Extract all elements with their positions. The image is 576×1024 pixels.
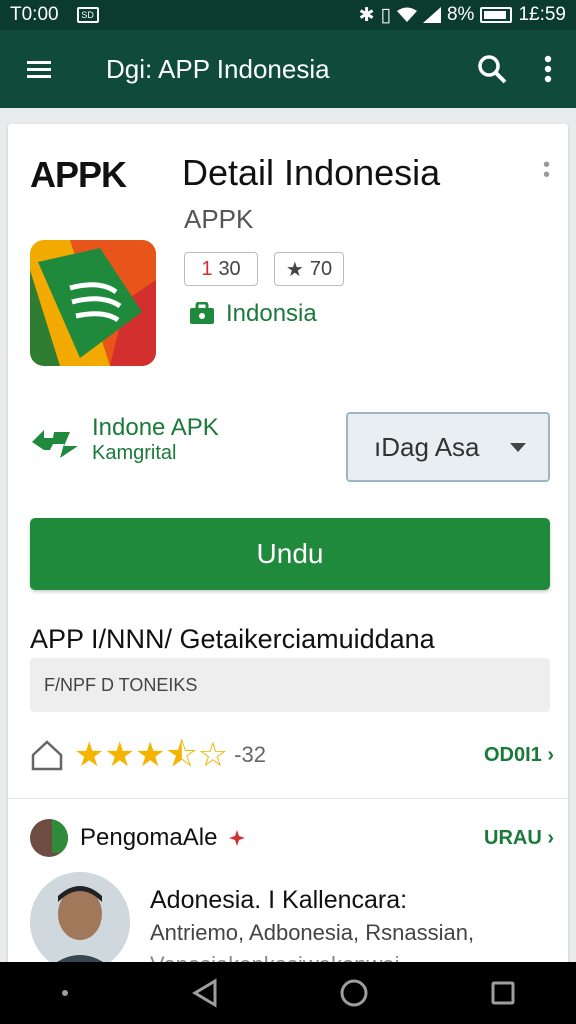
overflow-menu-button[interactable] xyxy=(520,30,576,108)
status-bar: T0:00 SD ✱ ▯ 8% 1£:59 xyxy=(0,0,576,30)
app-developer[interactable]: APPK xyxy=(184,204,253,235)
description-heading: APP I/NNN/ Getaikerciamuiddana xyxy=(30,624,435,654)
signal-icon xyxy=(422,7,441,23)
android-bag-icon xyxy=(190,302,214,324)
reviews-more-link[interactable]: URAU › xyxy=(484,827,554,850)
developer-text: Indone APK Kamgrital xyxy=(92,414,219,465)
person-photo-icon xyxy=(30,872,130,964)
rating-chip: ★ 70 xyxy=(274,252,344,286)
divider xyxy=(8,798,568,799)
app-icon[interactable] xyxy=(30,240,156,366)
review-text: Antriemo, Adbonesia, Rsnassian, xyxy=(150,920,475,945)
description-box[interactable]: F/NPF D TONEIKS xyxy=(30,658,550,712)
more-vert-icon xyxy=(544,55,552,83)
reviewer-avatar[interactable] xyxy=(30,872,130,964)
developer-name: Indone APK xyxy=(92,414,219,441)
home-outline-icon[interactable] xyxy=(30,739,64,771)
battery-percent: 8% xyxy=(446,4,475,25)
developer-logo-icon xyxy=(32,429,78,458)
review-title: Adonesia. I Kallencara: xyxy=(150,886,408,914)
country-row: Indonsia xyxy=(188,300,317,328)
chevron-down-icon xyxy=(510,442,526,452)
reviewer-avatar-small xyxy=(30,819,68,857)
country-label: Indonsia xyxy=(226,300,317,327)
reviews-label: PengomaAle xyxy=(80,824,218,851)
install-button[interactable]: Undu xyxy=(30,518,550,590)
star-icon: ★ xyxy=(285,258,304,281)
star-filled-icon: ★ xyxy=(74,736,105,774)
status-clock: 1£:59 xyxy=(518,4,566,25)
developer-subtitle: Kamgrital xyxy=(92,442,177,464)
badge-icon xyxy=(229,830,246,846)
app-title: Detail Indonesia xyxy=(182,152,441,193)
star-outline-icon: ☆ xyxy=(197,736,229,774)
bluetooth-icon: ✱ xyxy=(358,4,375,26)
app-detail-card: APPK Detail Indonesia APPK • • 1 30 ★ 70 … xyxy=(8,124,568,964)
rating-chip-text: 70 xyxy=(309,257,333,280)
notification-icon: SD xyxy=(76,7,99,23)
card-overflow-icon[interactable]: • • xyxy=(543,155,550,185)
system-nav-bar xyxy=(0,962,576,1024)
ratings-more-link[interactable]: OD0I1 › xyxy=(484,744,554,767)
recents-icon[interactable] xyxy=(490,980,516,1006)
reviews-header: PengomaAle URAU › xyxy=(30,818,554,858)
star-filled-icon: ★ xyxy=(104,736,135,774)
menu-icon xyxy=(27,61,51,78)
wifi-icon xyxy=(396,7,417,22)
dropdown-selected: ıDag Asa xyxy=(374,431,480,462)
version-dropdown[interactable]: ıDag Asa xyxy=(346,412,550,482)
rating-row: ★ ★ ★ ⯪ ☆ -32 OD0I1 › xyxy=(30,732,554,778)
search-icon xyxy=(478,55,507,84)
developer-row[interactable]: Indone APK Kamgrital xyxy=(30,414,219,465)
star-rating: ★ ★ ★ ⯪ ☆ xyxy=(74,738,228,772)
downloads-chip-number: 1 xyxy=(201,257,213,280)
search-button[interactable] xyxy=(464,30,520,108)
vibrate-icon: ▯ xyxy=(380,4,391,26)
star-half-icon: ⯪ xyxy=(165,736,198,774)
back-icon[interactable] xyxy=(191,978,219,1008)
app-bar-actions xyxy=(464,30,576,108)
menu-button[interactable] xyxy=(0,30,78,108)
nav-dot-icon xyxy=(62,990,69,996)
app-bar-title: Dgi: APP Indonesia xyxy=(106,53,330,84)
status-time: T0:00 xyxy=(10,4,59,25)
app-bar: Dgi: APP Indonesia xyxy=(0,30,576,108)
rating-count: -32 xyxy=(234,742,266,767)
downloads-chip-text: 30 xyxy=(218,257,241,280)
status-icons: ✱ ▯ 8% 1£:59 xyxy=(359,4,566,27)
downloads-chip: 1 30 xyxy=(184,252,258,286)
battery-icon xyxy=(480,7,513,23)
brand-logo: APPK xyxy=(30,154,127,195)
star-filled-icon: ★ xyxy=(134,736,166,774)
home-icon[interactable] xyxy=(339,978,369,1008)
app-logo-icon xyxy=(30,240,156,366)
